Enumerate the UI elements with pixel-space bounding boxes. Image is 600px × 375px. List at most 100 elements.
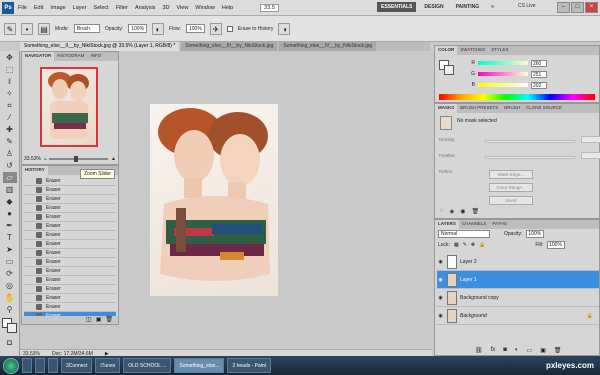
move-tool-icon[interactable]: ✥ (3, 52, 17, 63)
layer-thumbnail[interactable] (447, 272, 457, 287)
history-item[interactable]: Eraser (24, 195, 116, 204)
flow-field[interactable]: 100% (186, 24, 205, 33)
layer-row[interactable]: ◉ Layer 1 (437, 271, 599, 289)
color-swatches[interactable] (1, 318, 18, 334)
tab-brush[interactable]: BRUSH (501, 104, 523, 113)
menu-layer[interactable]: Layer (73, 5, 87, 11)
color-range-button[interactable]: Color Range... (489, 183, 533, 192)
invert-button[interactable]: Invert (489, 196, 533, 205)
3d-rotate-icon[interactable]: ⟳ (3, 268, 17, 279)
menu-file[interactable]: File (18, 5, 27, 11)
color-spectrum[interactable] (439, 94, 595, 100)
zoom-tool-icon[interactable]: ⚲ (3, 304, 17, 315)
workspace-design[interactable]: DESIGN (420, 2, 447, 12)
layer-row[interactable]: ◉ Background copy (437, 289, 599, 307)
eyedropper-icon[interactable]: ⁄ (3, 112, 17, 123)
history-item[interactable]: Eraser (24, 249, 116, 258)
layer-name[interactable]: Background copy (460, 295, 499, 301)
green-value[interactable]: 251 (531, 70, 547, 78)
menu-window[interactable]: Window (195, 5, 215, 11)
history-item[interactable]: Eraser (24, 276, 116, 285)
minimize-icon[interactable]: – (557, 2, 570, 13)
brush-preset-icon[interactable]: • (21, 22, 33, 35)
zoom-slider[interactable] (49, 156, 109, 162)
tab-color[interactable]: COLOR (435, 46, 458, 55)
snapshot-icon[interactable]: ◫ (86, 316, 92, 324)
green-slider[interactable]: G 251 (457, 70, 597, 78)
eraser-tool-icon[interactable]: ▱ (2, 172, 17, 183)
mode-select[interactable]: Brush (73, 24, 100, 33)
tab-navigator[interactable]: NAVIGATOR (22, 52, 55, 61)
feather-slider[interactable] (485, 155, 575, 159)
layer-thumbnail[interactable] (447, 308, 457, 323)
layer-thumbnail[interactable] (447, 254, 457, 269)
new-document-icon[interactable]: ▣ (96, 316, 102, 324)
doc-tab-active[interactable]: Something_else__II__by_NikiStock.jpg @ 3… (20, 42, 180, 51)
tab-info[interactable]: INFO (87, 52, 104, 61)
history-item[interactable]: Eraser (24, 258, 116, 267)
doc-tab[interactable]: Something_else__III__by_NikiStock.jpg (181, 42, 278, 51)
visibility-eye-icon[interactable]: ◉ (437, 259, 444, 265)
erase-history-checkbox[interactable] (226, 25, 233, 32)
red-value[interactable]: 260 (531, 59, 547, 67)
history-item[interactable]: Eraser (24, 213, 116, 222)
blend-mode-select[interactable]: Normal (438, 230, 490, 238)
tab-history[interactable]: HISTORY (22, 166, 48, 175)
menu-edit[interactable]: Edit (34, 5, 43, 11)
fx-icon[interactable]: fx (491, 347, 496, 354)
trash-icon[interactable]: 🗑 (471, 208, 479, 215)
new-layer-icon[interactable]: ▣ (540, 347, 546, 354)
quicklaunch-icon[interactable] (35, 358, 45, 373)
history-item[interactable]: Eraser (24, 222, 116, 231)
visibility-eye-icon[interactable]: ◉ (437, 313, 444, 319)
photoshop-logo[interactable]: Ps (2, 2, 14, 14)
gradient-tool-icon[interactable]: ▥ (3, 184, 17, 195)
menu-filter[interactable]: Filter (116, 5, 128, 11)
pen-tool-icon[interactable]: ✒ (3, 220, 17, 231)
menu-3d[interactable]: 3D (162, 5, 169, 11)
history-item[interactable]: Eraser (24, 294, 116, 303)
clone-stamp-icon[interactable]: ♙ (3, 148, 17, 159)
cs-live[interactable]: CS Live (518, 3, 536, 9)
opacity-field[interactable]: 100% (128, 24, 148, 33)
blue-gradient[interactable] (478, 83, 528, 87)
maximize-icon[interactable]: □ (571, 2, 584, 13)
red-gradient[interactable] (478, 61, 528, 65)
link-icon[interactable]: ⛓ (475, 347, 483, 354)
pressure-size-icon[interactable]: ◑ (278, 22, 291, 35)
tab-styles[interactable]: STYLES (488, 46, 511, 55)
lasso-tool-icon[interactable]: ℓ (3, 76, 17, 87)
taskbar-item[interactable]: 3Connect (61, 358, 93, 373)
load-selection-icon[interactable]: ◌ (440, 208, 444, 215)
history-item[interactable]: Eraser (24, 285, 116, 294)
layer-thumbnail[interactable] (447, 290, 457, 305)
lock-pixels-icon[interactable]: ▦ (454, 242, 459, 248)
menu-image[interactable]: Image (50, 5, 65, 11)
close-icon[interactable]: × (585, 2, 598, 13)
menu-analysis[interactable]: Analysis (135, 5, 155, 11)
fill-field[interactable]: 100% (547, 241, 566, 249)
layer-row[interactable]: ◉ Background 🔒 (437, 307, 599, 325)
layer-name[interactable]: Layer 1 (460, 277, 477, 283)
navigator-thumbnail[interactable] (40, 67, 98, 147)
group-icon[interactable]: ▭ (527, 347, 533, 354)
taskbar-item[interactable]: iTunes (95, 358, 121, 373)
layer-row[interactable]: ◉ Layer 2 (437, 253, 599, 271)
menu-help[interactable]: Help (222, 5, 233, 11)
green-gradient[interactable] (478, 72, 528, 76)
lock-paint-icon[interactable]: ✎ (463, 242, 467, 248)
menu-select[interactable]: Select (93, 5, 108, 11)
tab-swatches[interactable]: SWATCHES (457, 46, 488, 55)
blue-slider[interactable]: B 202 (457, 81, 597, 89)
crop-tool-icon[interactable]: ⌗ (3, 100, 17, 111)
pressure-opacity-icon[interactable]: ◐ (152, 22, 165, 35)
history-item[interactable]: Eraser (24, 186, 116, 195)
eraser-tool-icon[interactable]: ✎ (4, 22, 16, 35)
history-item[interactable]: Eraser (24, 204, 116, 213)
tab-clone-source[interactable]: CLONE SOURCE (523, 104, 565, 113)
history-item[interactable]: Eraser (24, 267, 116, 276)
document-image[interactable] (150, 104, 278, 296)
workspace-painting[interactable]: PAINTING (452, 2, 484, 12)
marquee-tool-icon[interactable]: ⬚ (3, 64, 17, 75)
quicklaunch-icon[interactable] (22, 358, 32, 373)
